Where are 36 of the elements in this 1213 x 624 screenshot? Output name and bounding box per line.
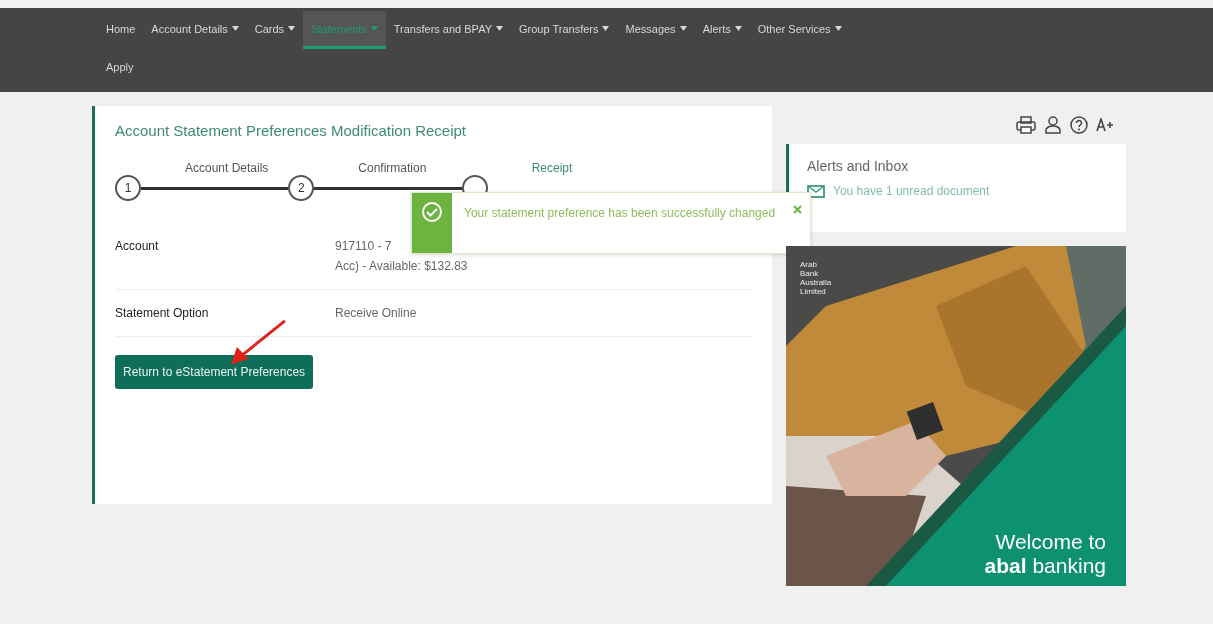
field-label: Statement Option <box>115 306 210 320</box>
nav-item[interactable]: Apply <box>98 49 142 87</box>
field-value: Receive Online <box>335 306 417 320</box>
brand-text: Limited <box>800 287 827 296</box>
step-circle: 2 <box>288 175 315 201</box>
toast-message: Your statement preference has been successfully changed <box>463 205 777 222</box>
nav-item[interactable]: Cards <box>246 11 304 49</box>
return-button[interactable]: Return to eStatement Preferences <box>115 355 314 389</box>
user-icon[interactable] <box>1044 116 1062 134</box>
close-icon[interactable] <box>793 205 802 214</box>
print-icon[interactable] <box>1016 116 1036 134</box>
nav-item[interactable]: Messages <box>617 11 695 49</box>
help-icon[interactable] <box>1070 116 1088 134</box>
field-value: Acc) - Available: $132.83 <box>335 259 468 273</box>
welcome-text: abal banking <box>984 554 1106 578</box>
envelope-icon <box>807 184 825 198</box>
step-label: Account Details <box>184 161 270 175</box>
nav-item[interactable]: Alerts <box>694 11 750 49</box>
welcome-text: Welcome to <box>995 530 1106 554</box>
nav-item[interactable]: Transfers and BPAY <box>385 11 511 49</box>
nav-item[interactable]: Account Details <box>143 11 247 49</box>
nav-item[interactable]: Other Services <box>749 11 850 49</box>
field-value: 917110 - 7 <box>335 239 393 253</box>
brand-text: Bank <box>800 269 820 278</box>
font-size-icon[interactable] <box>1096 118 1114 132</box>
alerts-title: Alerts and Inbox <box>807 158 910 174</box>
brand-text: Arab <box>800 260 818 269</box>
brand-text: Australia <box>800 278 832 287</box>
step-label: Receipt <box>530 161 574 175</box>
step-label: Confirmation <box>357 161 428 175</box>
check-icon <box>421 201 443 223</box>
page-title: Account Statement Preferences Modification Receipt <box>115 122 467 139</box>
nav-item[interactable]: Group Transfers <box>511 11 618 49</box>
step-circle: 1 <box>115 175 141 201</box>
field-label: Account <box>115 239 160 255</box>
nav-item[interactable]: Home <box>98 11 144 49</box>
